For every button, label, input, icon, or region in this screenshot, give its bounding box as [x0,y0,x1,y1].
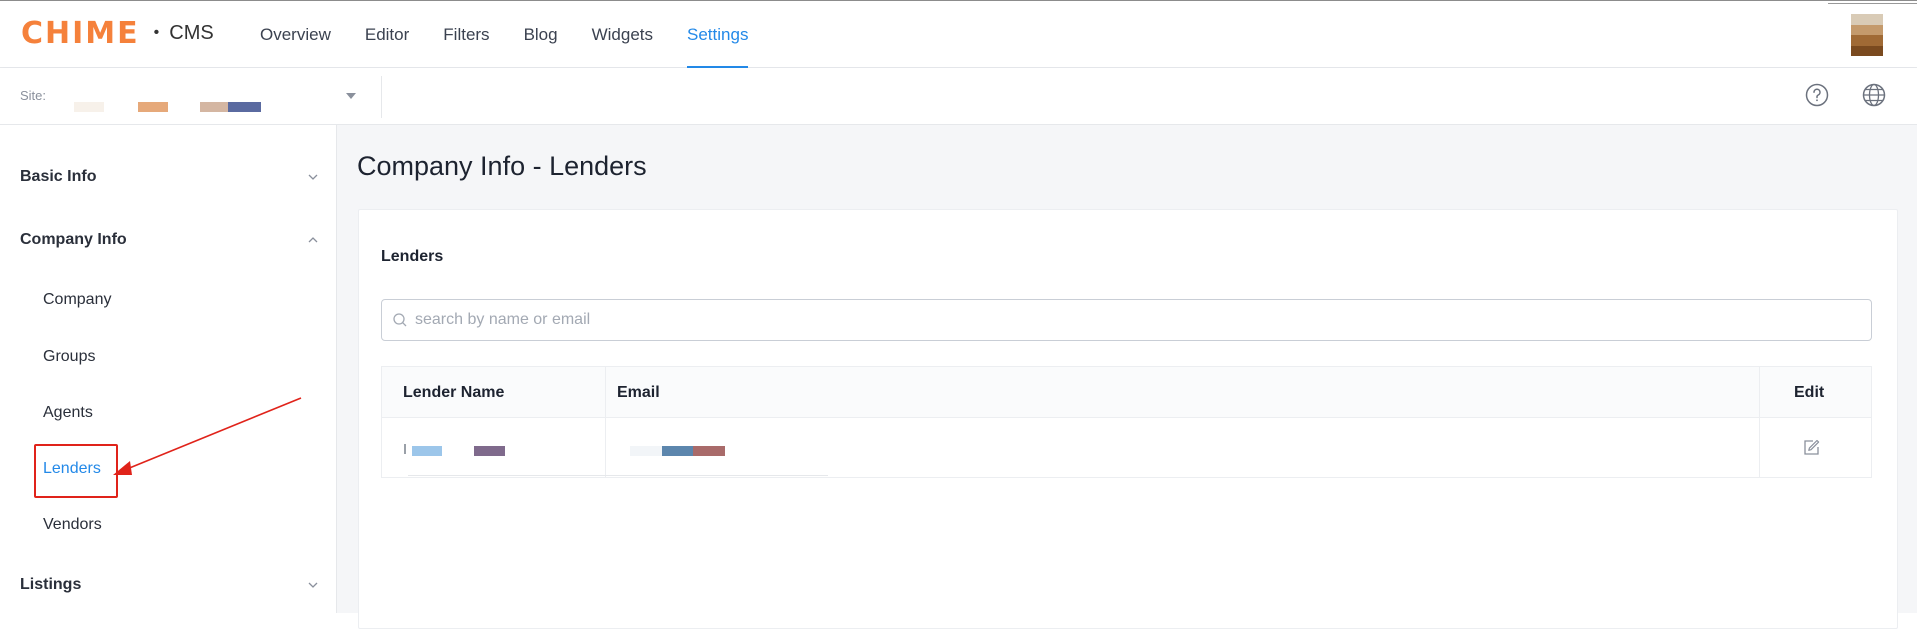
chevron-down-icon [346,93,356,99]
email-redacted [693,446,725,456]
column-header-lender-name[interactable]: Lender Name [403,367,504,418]
logo-brand: CHIME [21,15,140,51]
card-title: Lenders [381,248,444,265]
help-icon[interactable] [1804,82,1830,108]
annotation-highlight-box [34,444,118,498]
chevron-down-icon [308,174,318,180]
avatar-divider [1828,3,1917,4]
logo-separator: • [153,24,160,41]
lenders-card: Lenders Lender Name Email Edit [358,209,1898,629]
search-icon [393,313,407,327]
divider [381,76,382,118]
sidebar-group-label: Listings [20,576,82,593]
table-row [382,418,1871,477]
nav-blog[interactable]: Blog [524,1,558,69]
site-bar: Site: [0,68,1917,125]
site-label: Site: [20,88,47,103]
logo-product-name: CMS [169,21,214,44]
sidebar-item-company[interactable]: Company [43,291,111,309]
sidebar-group-basic-info[interactable]: Basic Info [20,168,320,186]
site-name-redacted [200,102,228,112]
column-header-edit: Edit [1794,383,1825,401]
page-title: Company Info - Lenders [357,151,647,181]
site-name-redacted [228,102,261,112]
nav-overview[interactable]: Overview [260,1,331,69]
lender-name-redacted [412,446,442,456]
edit-icon[interactable] [1801,438,1821,458]
nav-settings[interactable]: Settings [687,1,749,69]
nav-widgets[interactable]: Widgets [592,1,653,69]
lender-name-redacted [474,446,505,456]
sidebar-group-label: Company Info [20,231,127,248]
site-name-redacted [74,102,104,112]
sidebar-group-listings[interactable]: Listings [20,576,320,594]
main-nav: Overview Editor Filters Blog Widgets Set… [260,1,782,69]
chevron-down-icon [308,582,318,588]
sidebar-item-vendors[interactable]: Vendors [43,516,102,534]
row-underline [408,475,828,476]
sidebar-group-company-info[interactable]: Company Info [20,231,320,249]
lenders-table: Lender Name Email Edit [381,366,1872,478]
sidebar-item-agents[interactable]: Agents [43,404,93,422]
main-content: Company Info - Lenders Lenders Lender Na… [337,125,1917,629]
avatar[interactable] [1851,14,1883,56]
globe-icon[interactable] [1861,82,1887,108]
nav-editor[interactable]: Editor [365,1,409,69]
email-redacted [630,446,662,456]
chevron-up-icon [308,237,318,243]
top-header: CHIME • CMS Overview Editor Filters Blog… [0,0,1917,69]
email-redacted [662,446,693,456]
search-input[interactable] [415,300,1855,340]
search-field[interactable] [381,299,1872,341]
site-name-redacted [138,102,168,112]
column-header-email[interactable]: Email [617,367,660,418]
nav-filters[interactable]: Filters [443,1,489,69]
sidebar-group-label: Basic Info [20,168,97,185]
site-selector[interactable] [60,78,360,114]
sidebar-item-groups[interactable]: Groups [43,348,95,366]
lender-name-redacted [404,444,406,454]
annotation-arrow [113,397,302,475]
app-logo[interactable]: CHIME • CMS [21,15,214,51]
settings-sidebar: Basic Info Company Info Company Groups A… [0,125,337,613]
